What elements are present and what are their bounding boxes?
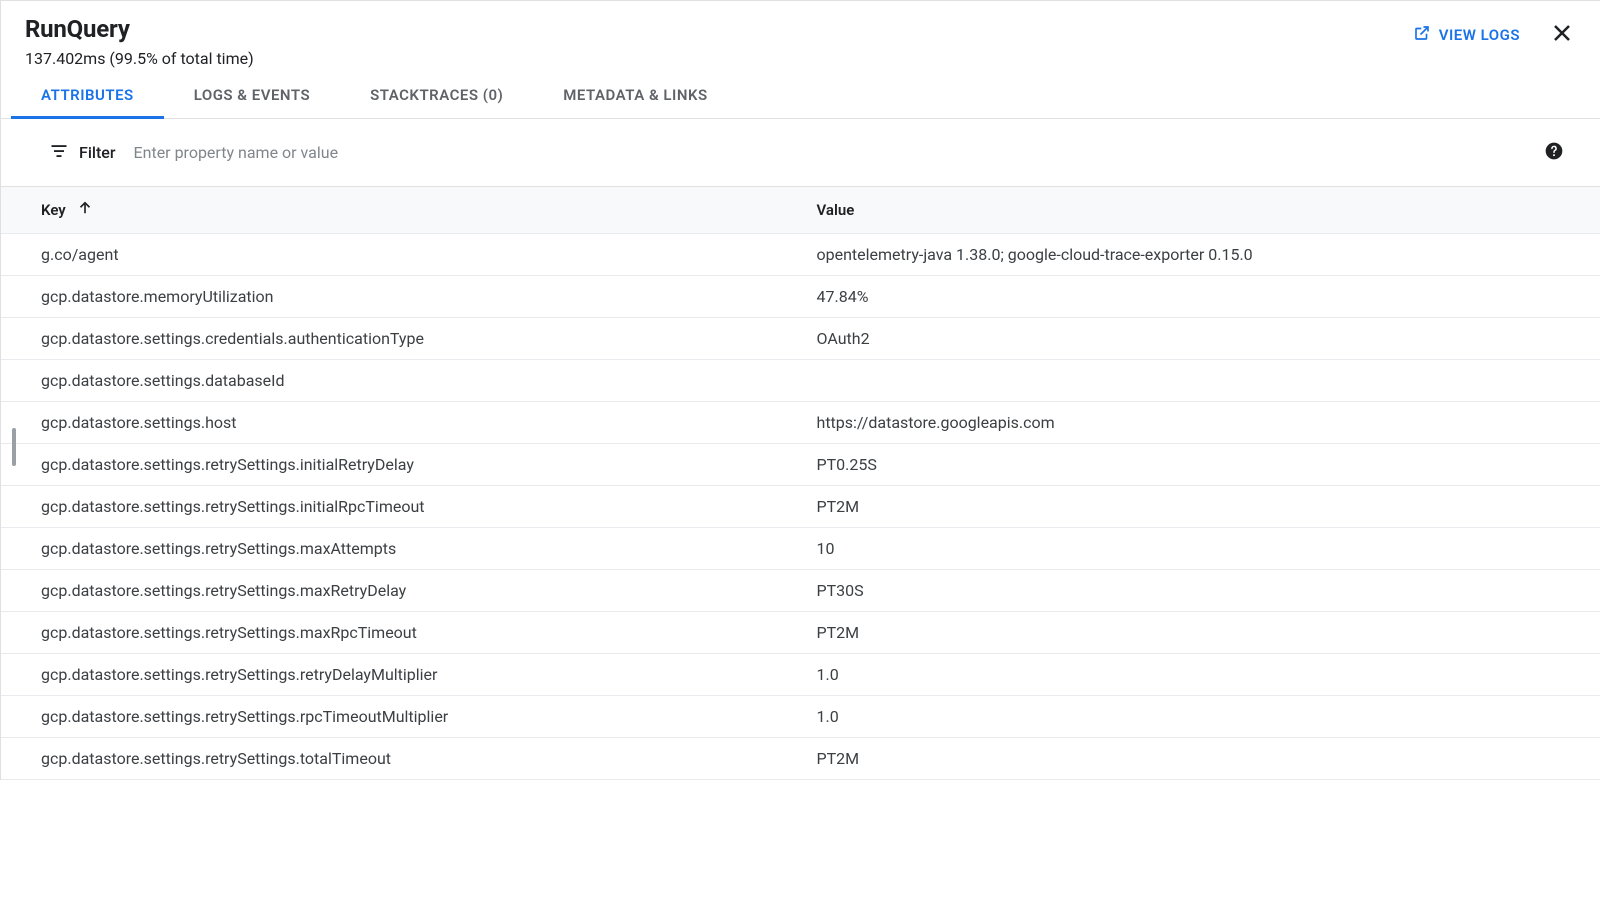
tab-logs-events[interactable]: LOGS & EVENTS xyxy=(194,86,310,118)
column-header-value[interactable]: Value xyxy=(801,187,1600,234)
tab-bar: ATTRIBUTES LOGS & EVENTS STACKTRACES (0)… xyxy=(1,68,1600,119)
attribute-key: gcp.datastore.settings.retrySettings.ret… xyxy=(1,654,801,696)
attribute-key: gcp.datastore.settings.retrySettings.max… xyxy=(1,612,801,654)
filter-icon xyxy=(49,141,69,165)
attribute-key: g.co/agent xyxy=(1,234,801,276)
attribute-value: 47.84% xyxy=(801,276,1600,318)
table-row[interactable]: gcp.datastore.settings.databaseId xyxy=(1,360,1600,402)
table-row[interactable]: gcp.datastore.settings.credentials.authe… xyxy=(1,318,1600,360)
attribute-value: 1.0 xyxy=(801,654,1600,696)
attribute-key: gcp.datastore.memoryUtilization xyxy=(1,276,801,318)
attribute-value: PT2M xyxy=(801,486,1600,528)
view-logs-button[interactable]: VIEW LOGS xyxy=(1413,24,1520,46)
table-row[interactable]: gcp.datastore.settings.retrySettings.max… xyxy=(1,612,1600,654)
attribute-value: PT2M xyxy=(801,612,1600,654)
column-header-key-label: Key xyxy=(41,201,66,219)
help-button[interactable] xyxy=(1544,141,1564,165)
attribute-key: gcp.datastore.settings.credentials.authe… xyxy=(1,318,801,360)
attribute-value: https://datastore.googleapis.com xyxy=(801,402,1600,444)
attributes-table: Key Value g.co/age xyxy=(1,186,1600,780)
open-in-new-icon xyxy=(1413,24,1431,46)
table-row[interactable]: gcp.datastore.settings.retrySettings.ini… xyxy=(1,444,1600,486)
table-body: g.co/agentopentelemetry-java 1.38.0; goo… xyxy=(1,234,1600,780)
view-logs-label: VIEW LOGS xyxy=(1439,26,1520,44)
column-header-key[interactable]: Key xyxy=(1,187,801,234)
attribute-key: gcp.datastore.settings.retrySettings.ini… xyxy=(1,486,801,528)
scroll-indicator xyxy=(12,428,16,466)
sort-ascending-icon xyxy=(76,199,94,221)
attribute-key: gcp.datastore.settings.retrySettings.max… xyxy=(1,570,801,612)
tab-attributes[interactable]: ATTRIBUTES xyxy=(41,86,134,118)
attribute-value: PT2M xyxy=(801,738,1600,780)
table-row[interactable]: gcp.datastore.settings.retrySettings.rpc… xyxy=(1,696,1600,738)
span-title: RunQuery xyxy=(25,15,254,43)
attribute-key: gcp.datastore.settings.retrySettings.tot… xyxy=(1,738,801,780)
close-icon xyxy=(1550,21,1574,49)
attribute-value xyxy=(801,360,1600,402)
table-row[interactable]: gcp.datastore.settings.retrySettings.tot… xyxy=(1,738,1600,780)
attribute-key: gcp.datastore.settings.host xyxy=(1,402,801,444)
attribute-key: gcp.datastore.settings.retrySettings.max… xyxy=(1,528,801,570)
filter-label: Filter xyxy=(79,143,116,162)
column-header-value-label: Value xyxy=(817,201,855,219)
table-row[interactable]: gcp.datastore.settings.retrySettings.ini… xyxy=(1,486,1600,528)
table-header-row: Key Value xyxy=(1,187,1600,234)
attribute-value: PT0.25S xyxy=(801,444,1600,486)
table-row[interactable]: gcp.datastore.settings.hosthttps://datas… xyxy=(1,402,1600,444)
header-right: VIEW LOGS xyxy=(1413,15,1576,49)
table-row[interactable]: gcp.datastore.settings.retrySettings.ret… xyxy=(1,654,1600,696)
span-details-panel: RunQuery 137.402ms (99.5% of total time)… xyxy=(0,0,1600,780)
table-row[interactable]: gcp.datastore.settings.retrySettings.max… xyxy=(1,570,1600,612)
header-left: RunQuery 137.402ms (99.5% of total time) xyxy=(25,15,254,68)
tab-stacktraces[interactable]: STACKTRACES (0) xyxy=(370,86,503,118)
attribute-value: 10 xyxy=(801,528,1600,570)
attribute-value: OAuth2 xyxy=(801,318,1600,360)
attribute-value: 1.0 xyxy=(801,696,1600,738)
table-row[interactable]: g.co/agentopentelemetry-java 1.38.0; goo… xyxy=(1,234,1600,276)
filter-bar: Filter xyxy=(1,119,1600,186)
close-button[interactable] xyxy=(1548,21,1576,49)
attribute-value: PT30S xyxy=(801,570,1600,612)
table-row[interactable]: gcp.datastore.memoryUtilization47.84% xyxy=(1,276,1600,318)
attribute-value: opentelemetry-java 1.38.0; google-cloud-… xyxy=(801,234,1600,276)
filter-input[interactable] xyxy=(126,139,1534,166)
panel-header: RunQuery 137.402ms (99.5% of total time)… xyxy=(1,1,1600,68)
attribute-key: gcp.datastore.settings.retrySettings.ini… xyxy=(1,444,801,486)
tab-metadata-links[interactable]: METADATA & LINKS xyxy=(563,86,707,118)
help-icon xyxy=(1544,141,1564,165)
attribute-key: gcp.datastore.settings.databaseId xyxy=(1,360,801,402)
filter-label-group: Filter xyxy=(49,141,116,165)
attribute-key: gcp.datastore.settings.retrySettings.rpc… xyxy=(1,696,801,738)
table-row[interactable]: gcp.datastore.settings.retrySettings.max… xyxy=(1,528,1600,570)
span-subtitle: 137.402ms (99.5% of total time) xyxy=(25,49,254,68)
